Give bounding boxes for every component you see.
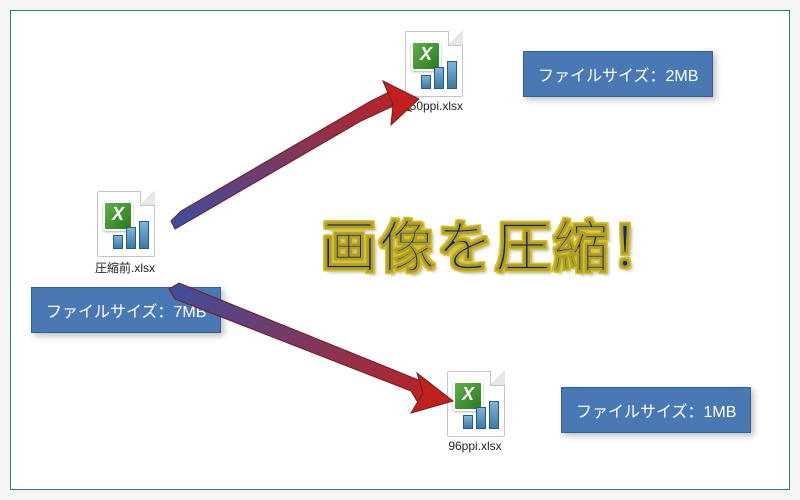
diagram-frame: X 圧縮前.xlsx ファイルサイズ：7MB X 150ppi.xlsx ファイ… [10, 10, 790, 490]
excel-file-icon: X [93, 191, 157, 255]
excel-file-icon: X [443, 371, 507, 435]
source-size-badge: ファイルサイズ：7MB [31, 287, 221, 333]
result-file-1-name: 150ppi.xlsx [373, 99, 493, 113]
source-file-name: 圧縮前.xlsx [65, 259, 185, 276]
result-file-2-name: 96ppi.xlsx [415, 439, 535, 453]
result-2-size-badge: ファイルサイズ：1MB [561, 387, 751, 433]
result-1-size-badge: ファイルサイズ：2MB [523, 51, 713, 97]
excel-file-icon: X [401, 31, 465, 95]
headline-text: 画像を圧縮！ [321, 203, 669, 284]
